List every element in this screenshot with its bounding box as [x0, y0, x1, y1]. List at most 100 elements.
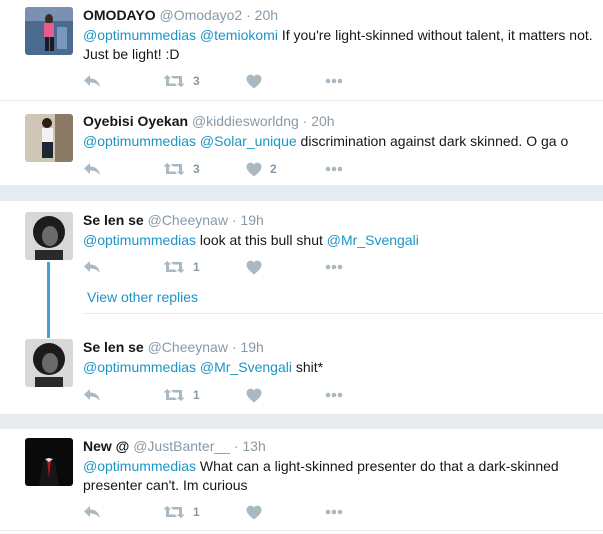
more-icon — [325, 392, 343, 398]
author-name[interactable]: Se len se — [83, 339, 144, 355]
retweet-icon — [163, 162, 185, 176]
author-handle[interactable]: @JustBanter__ — [133, 438, 230, 454]
tweet-actions: 3 — [83, 72, 383, 90]
mention-link[interactable]: @Solar_unique — [200, 133, 297, 149]
reply-icon — [83, 74, 101, 88]
retweet-button[interactable]: 3 — [163, 160, 200, 178]
like-button[interactable] — [246, 503, 262, 521]
reply-button[interactable] — [83, 160, 101, 178]
mention-link[interactable]: @optimummedias — [83, 359, 196, 375]
tweet-text: @optimummedias What can a light-skinned … — [83, 457, 593, 495]
reply-button[interactable] — [83, 258, 101, 276]
reply-button[interactable] — [83, 386, 101, 404]
tweet-3[interactable]: Se len se @Cheeynaw · 19h @optimummedias… — [0, 201, 603, 281]
retweet-icon — [163, 505, 185, 519]
retweet-count: 3 — [193, 162, 200, 176]
more-icon — [325, 166, 343, 172]
retweet-button[interactable]: 1 — [163, 258, 200, 276]
reply-button[interactable] — [83, 72, 101, 90]
tweet-header: New @ @JustBanter__ · 13h — [83, 438, 266, 454]
tweet-time[interactable]: 13h — [242, 438, 265, 454]
author-handle[interactable]: @kiddiesworldng — [192, 113, 299, 129]
retweet-count: 1 — [193, 505, 200, 519]
more-button[interactable] — [325, 386, 343, 404]
tweet-time[interactable]: 20h — [311, 113, 334, 129]
tweet-time[interactable]: 19h — [240, 212, 263, 228]
like-button[interactable] — [246, 258, 262, 276]
conversation-divider — [0, 414, 603, 429]
divider — [0, 530, 603, 531]
like-button[interactable] — [246, 72, 270, 90]
mention-link[interactable]: @Mr_Svengali — [200, 359, 292, 375]
retweet-button[interactable]: 1 — [163, 503, 200, 521]
reply-button[interactable] — [83, 503, 101, 521]
more-button[interactable] — [325, 160, 343, 178]
tweet-5[interactable]: New @ @JustBanter__ · 13h @optimummedias… — [0, 429, 603, 534]
tweet-header: OMODAYO @Omodayo2 · 20h — [83, 7, 279, 23]
mention-link[interactable]: @temiokomi — [200, 27, 278, 43]
tweet-header: Se len se @Cheeynaw · 19h — [83, 339, 264, 355]
like-button[interactable] — [246, 386, 262, 404]
tweet-body: discrimination against dark skinned. O g… — [300, 133, 569, 149]
tweet-4[interactable]: Se len se @Cheeynaw · 19h @optimummedias… — [0, 330, 603, 410]
author-name[interactable]: New @ — [83, 438, 129, 454]
tweet-2[interactable]: Oyebisi Oyekan @kiddiesworldng · 20h @op… — [0, 101, 603, 185]
more-icon — [325, 264, 343, 270]
mention-link[interactable]: @Mr_Svengali — [327, 232, 419, 248]
mention-link[interactable]: @optimummedias — [83, 458, 196, 474]
author-name[interactable]: OMODAYO — [83, 7, 156, 23]
tweet-time[interactable]: 20h — [255, 7, 278, 23]
mention-link[interactable]: @optimummedias — [83, 133, 196, 149]
tweet-text: @optimummedias @Mr_Svengali shit* — [83, 358, 593, 377]
more-button[interactable] — [325, 72, 343, 90]
mention-link[interactable]: @optimummedias — [83, 232, 196, 248]
like-icon — [246, 505, 262, 520]
author-name[interactable]: Se len se — [83, 212, 144, 228]
retweet-button[interactable]: 1 — [163, 386, 200, 404]
more-button[interactable] — [325, 503, 343, 521]
tweet-text: @optimummedias look at this bull shut @M… — [83, 231, 593, 250]
more-icon — [325, 509, 343, 515]
like-button[interactable]: 2 — [246, 160, 277, 178]
more-button[interactable] — [325, 258, 343, 276]
tweet-actions: 1 — [83, 386, 383, 404]
retweet-count: 1 — [193, 388, 200, 402]
retweet-icon — [163, 260, 185, 274]
tweet-body: look at this bull shut — [199, 232, 323, 248]
retweet-icon — [163, 74, 185, 88]
like-icon — [246, 388, 262, 403]
author-handle[interactable]: @Omodayo2 — [160, 7, 243, 23]
conversation-divider — [0, 185, 603, 201]
tweet-text: @optimummedias @temiokomi If you're ligh… — [83, 26, 593, 64]
like-icon — [246, 74, 262, 89]
avatar[interactable] — [25, 339, 73, 387]
author-name[interactable]: Oyebisi Oyekan — [83, 113, 188, 129]
tweet-actions: 3 2 — [83, 160, 383, 178]
avatar[interactable] — [25, 114, 73, 162]
more-icon — [325, 78, 343, 84]
retweet-count: 3 — [193, 74, 200, 88]
author-handle[interactable]: @Cheeynaw — [148, 339, 228, 355]
like-icon — [246, 162, 262, 177]
reply-icon — [83, 260, 101, 274]
avatar[interactable] — [25, 438, 73, 486]
reply-icon — [83, 505, 101, 519]
reply-icon — [83, 162, 101, 176]
tweet-actions: 1 — [83, 258, 383, 276]
avatar[interactable] — [25, 7, 73, 55]
tweet-header: Se len se @Cheeynaw · 19h — [83, 212, 264, 228]
avatar[interactable] — [25, 212, 73, 260]
author-handle[interactable]: @Cheeynaw — [148, 212, 228, 228]
retweet-button[interactable]: 3 — [163, 72, 200, 90]
like-count: 2 — [270, 162, 277, 176]
tweet-text: @optimummedias @Solar_unique discriminat… — [83, 132, 593, 151]
view-other-replies-link[interactable]: View other replies — [87, 289, 198, 305]
tweet-actions: 1 — [83, 503, 383, 521]
tweet-time[interactable]: 19h — [240, 339, 263, 355]
like-icon — [246, 260, 262, 275]
retweet-count: 1 — [193, 260, 200, 274]
reply-icon — [83, 388, 101, 402]
tweet-1[interactable]: OMODAYO @Omodayo2 · 20h @optimummedias @… — [0, 0, 603, 96]
mention-link[interactable]: @optimummedias — [83, 27, 196, 43]
retweet-icon — [163, 388, 185, 402]
